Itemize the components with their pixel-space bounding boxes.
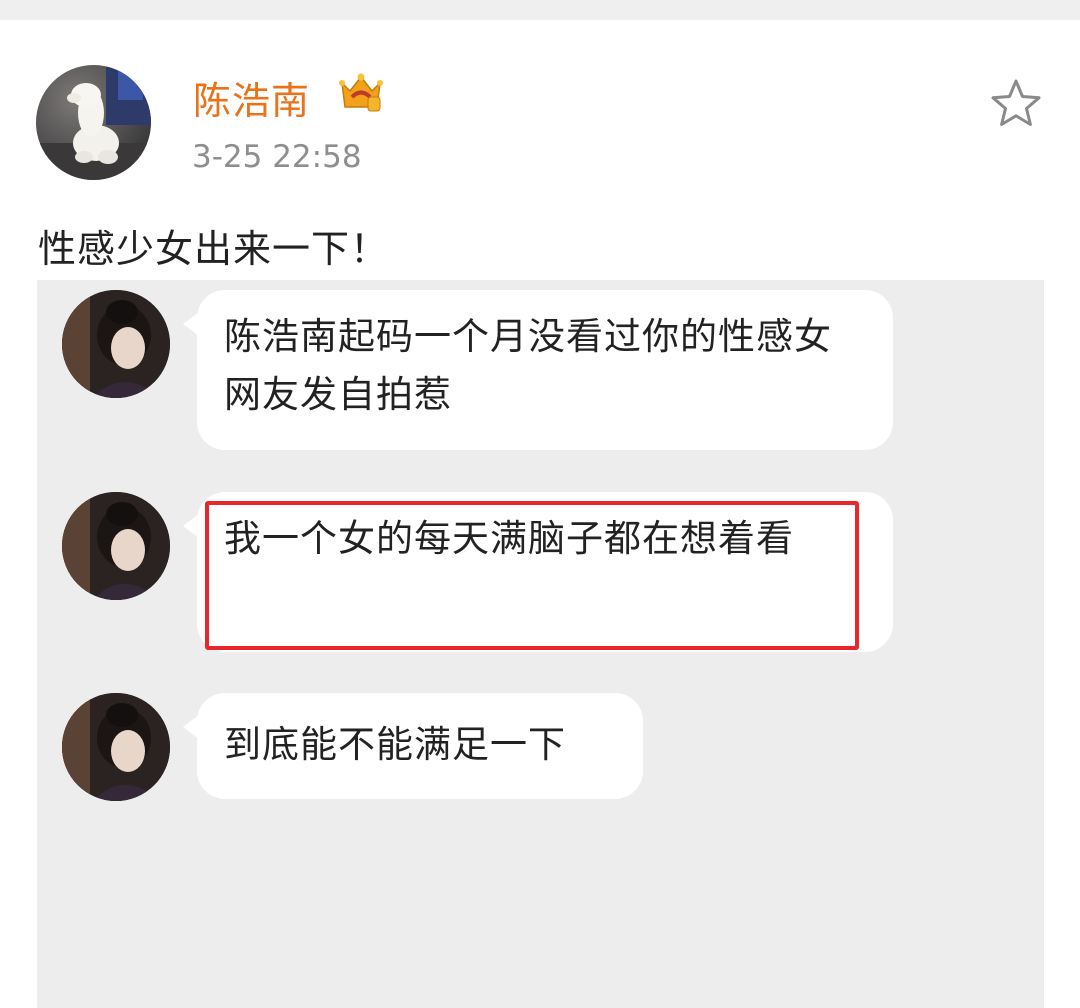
post-body-text: 性感少女出来一下！ (38, 227, 390, 271)
star-outline-icon (991, 79, 1041, 126)
favorite-button[interactable] (990, 78, 1042, 128)
avatar-image (36, 65, 151, 180)
message-bubble: 我一个女的每天满脑子都在想着看 (183, 492, 893, 652)
sender-avatar (62, 693, 170, 801)
sender-avatar (62, 492, 170, 600)
sender-avatar (62, 290, 170, 398)
message-bubble: 陈浩南起码一个月没看过你的性感女网友发自拍惹 (183, 290, 893, 450)
author-avatar[interactable] (36, 65, 151, 180)
chat-screenshot-image[interactable]: 陈浩南起码一个月没看过你的性感女网友发自拍惹 我一个女的每天满脑子都在想着看 到… (37, 280, 1044, 1008)
post-timestamp: 3-25 22:58 (192, 139, 362, 175)
vip-crown-icon (338, 71, 384, 115)
message-bubble: 到底能不能满足一下 (183, 693, 643, 799)
author-name[interactable]: 陈浩南 (193, 70, 310, 125)
top-divider (0, 0, 1080, 20)
